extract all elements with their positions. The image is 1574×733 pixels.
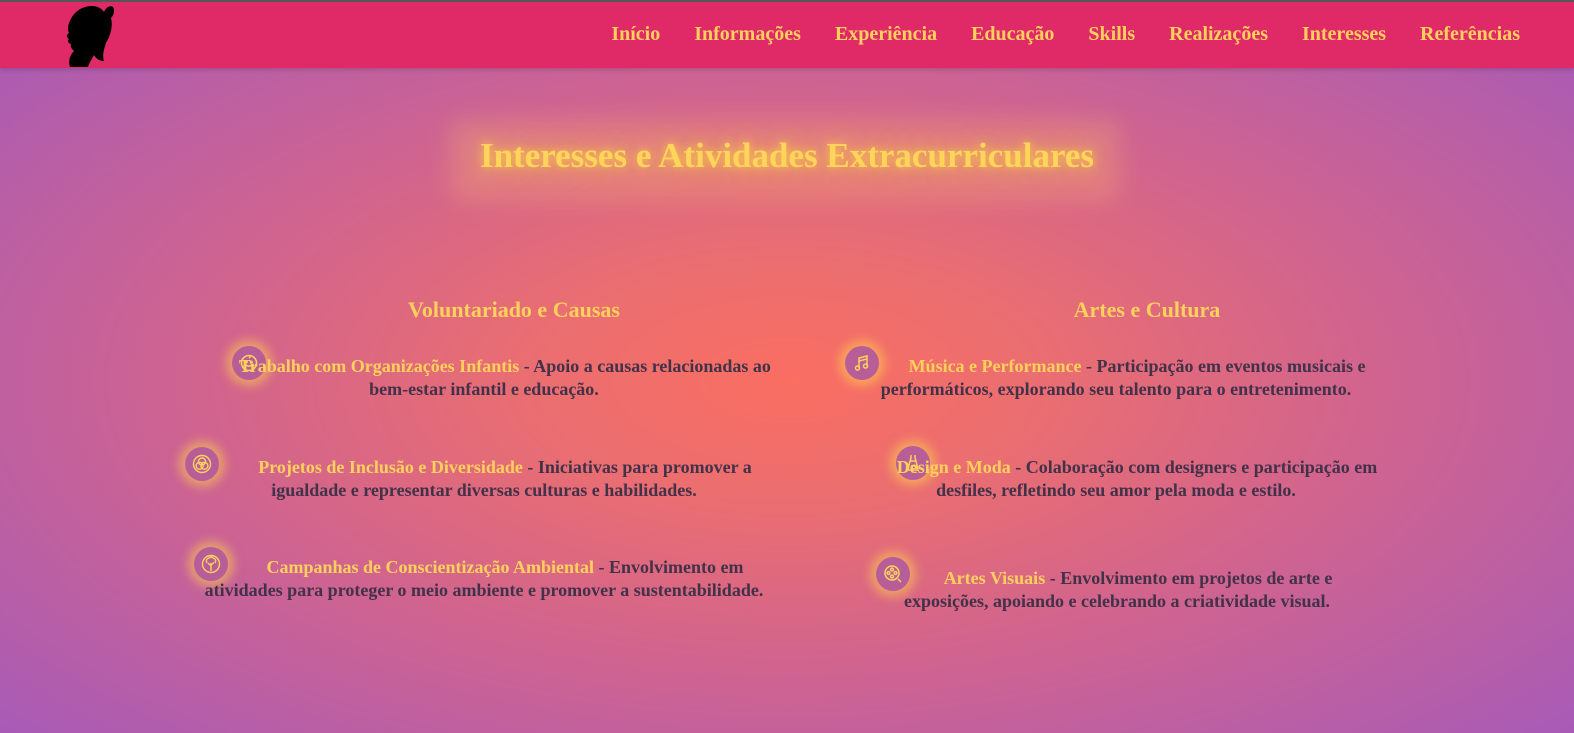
item-title: Artes Visuais [943,568,1046,588]
nav-link-skills[interactable]: Skills [1088,23,1135,46]
item-title: Projetos de Inclusão e Diversidade [258,457,523,477]
silhouette-ponytail-logo-icon[interactable] [56,3,116,69]
nav-link-experiencia[interactable]: Experiência [835,23,937,46]
nav-link-educacao[interactable]: Educação [971,23,1054,46]
column-title-artes: Artes e Cultura [1073,297,1221,322]
nav-link-informacoes[interactable]: Informações [694,23,801,46]
list-item: Música e Performance - Participação em e… [880,356,1366,399]
item-title: Campanhas de Conscientização Ambiental [266,557,594,577]
list-item: Artes Visuais - Envolvimento em projetos… [903,568,1333,611]
column-title-voluntariado: Voluntariado e Causas [408,297,620,322]
item-title: Design e Moda [896,457,1011,477]
list-item: Design e Moda - Colaboração com designer… [896,457,1378,500]
nav-links: Início Informações Experiência Educação … [577,2,1520,66]
list-item: Projetos de Inclusão e Diversidade - Ini… [258,457,752,500]
list-item: Trabalho com Organizações Infantis - Apo… [239,356,771,399]
nav-link-realizacoes[interactable]: Realizações [1169,23,1268,46]
navbar: Início Informações Experiência Educação … [0,0,1574,68]
item-title: Música e Performance [908,356,1082,376]
list-item: Campanhas de Conscientização Ambiental -… [204,557,764,600]
nav-link-interesses[interactable]: Interesses [1302,23,1386,46]
nav-link-referencias[interactable]: Referências [1420,23,1520,46]
nav-link-inicio[interactable]: Início [611,23,660,46]
item-title: Trabalho com Organizações Infantis [239,356,520,376]
page-title: Interesses e Atividades Extracurriculare… [479,136,1095,175]
